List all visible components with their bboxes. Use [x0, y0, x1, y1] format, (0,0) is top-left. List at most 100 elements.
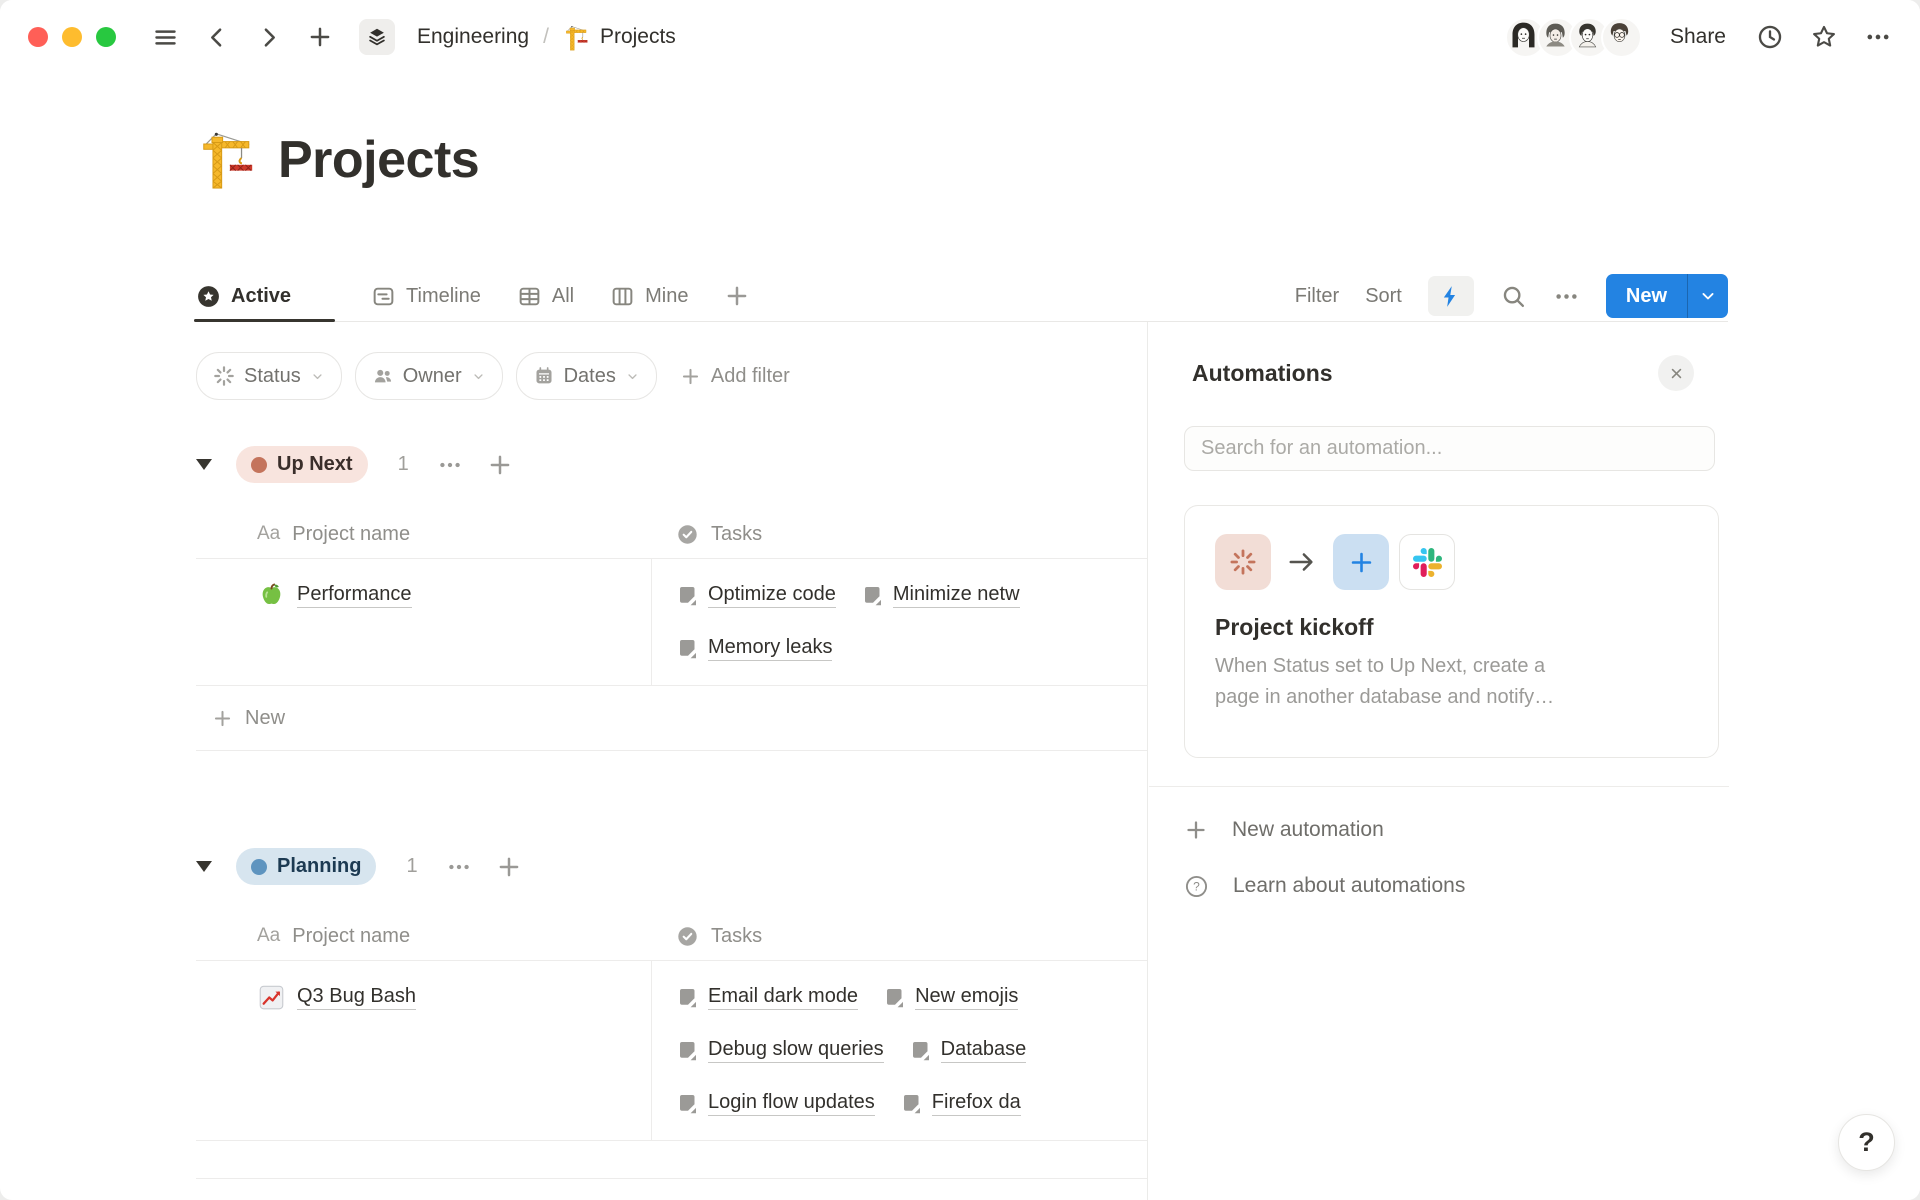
favorite-star-icon[interactable]: [1810, 23, 1838, 51]
new-record-button[interactable]: New: [1606, 274, 1728, 318]
page-title[interactable]: Projects: [278, 130, 479, 190]
sidebar-menu-icon[interactable]: [152, 24, 179, 51]
task-link[interactable]: Minimize netw: [862, 583, 1020, 608]
page-icon: [910, 1039, 932, 1063]
avatar-4[interactable]: [1601, 17, 1642, 58]
tab-active[interactable]: Active: [196, 271, 335, 321]
question-circle-icon: [1184, 874, 1209, 899]
group-options-icon[interactable]: [446, 854, 472, 880]
task-link[interactable]: Login flow updates: [677, 1091, 875, 1116]
new-record-label[interactable]: New: [1606, 274, 1687, 318]
new-page-icon[interactable]: [307, 24, 333, 50]
column-header-project-name[interactable]: Aa Project name: [196, 523, 651, 546]
breadcrumb-page[interactable]: Projects: [600, 25, 676, 49]
filter-button[interactable]: Filter: [1295, 285, 1339, 308]
group-header-up-next: Up Next 1: [196, 446, 513, 483]
task-link[interactable]: Email dark mode: [677, 985, 858, 1010]
new-record-dropdown[interactable]: [1687, 274, 1728, 318]
teamspace-icon[interactable]: [359, 19, 395, 55]
status-badge[interactable]: Up Next: [236, 446, 368, 483]
task-label: New emojis: [915, 985, 1018, 1010]
breadcrumb-team[interactable]: Engineering: [417, 25, 529, 49]
close-panel-button[interactable]: [1658, 355, 1694, 391]
tab-label: Timeline: [406, 285, 481, 308]
filter-chip-dates[interactable]: Dates: [516, 352, 657, 400]
avatar-stack: [1505, 17, 1642, 58]
learn-automations-label: Learn about automations: [1233, 874, 1465, 898]
notion-window: Engineering / Projects Share: [0, 0, 1920, 1200]
page-icon: [677, 986, 699, 1010]
sort-button[interactable]: Sort: [1365, 285, 1402, 308]
collapse-triangle-icon[interactable]: [196, 861, 212, 872]
group-add-icon[interactable]: [496, 854, 522, 880]
plus-icon: [1184, 818, 1208, 842]
filter-bar: Status Owner Dates Add filter: [196, 352, 790, 400]
zoom-window-button[interactable]: [96, 27, 116, 47]
forward-icon[interactable]: [256, 25, 281, 50]
back-icon[interactable]: [205, 25, 230, 50]
more-options-icon[interactable]: [1864, 23, 1892, 51]
page-icon: [677, 1039, 699, 1063]
status-spinner-icon: [213, 365, 235, 387]
text-type-icon: Aa: [257, 925, 280, 947]
arrow-right-icon: [1287, 547, 1317, 577]
chevron-down-icon: [1698, 286, 1718, 306]
task-link[interactable]: Memory leaks: [677, 636, 832, 661]
panel-divider: [1149, 786, 1729, 787]
panel-title: Automations: [1192, 360, 1333, 387]
project-link[interactable]: Q3 Bug Bash: [297, 985, 416, 1010]
tab-all[interactable]: All: [517, 271, 574, 321]
close-icon: [1667, 364, 1686, 383]
chip-label: Dates: [564, 365, 616, 388]
new-row-label: New: [245, 707, 285, 730]
project-link[interactable]: Performance: [297, 583, 412, 608]
tab-label: Active: [231, 285, 291, 308]
status-dot: [251, 457, 267, 473]
minimize-window-button[interactable]: [62, 27, 82, 47]
tab-label: All: [552, 285, 574, 308]
page-icon: [862, 584, 884, 608]
help-button[interactable]: ?: [1838, 1114, 1895, 1171]
column-header-project-name[interactable]: Aa Project name: [196, 925, 651, 948]
green-apple-icon: [258, 582, 285, 609]
tab-label: Mine: [645, 285, 688, 308]
task-label: Debug slow queries: [708, 1038, 884, 1063]
group-name: Up Next: [277, 453, 353, 476]
status-badge[interactable]: Planning: [236, 848, 376, 885]
search-icon[interactable]: [1500, 283, 1527, 310]
text-type-icon: Aa: [257, 523, 280, 545]
chevron-down-icon: [625, 369, 640, 384]
task-link[interactable]: New emojis: [884, 985, 1018, 1010]
close-window-button[interactable]: [28, 27, 48, 47]
automation-search-input[interactable]: [1184, 426, 1715, 471]
group-header-planning: Planning 1: [196, 848, 522, 885]
page-icon: [901, 1092, 923, 1116]
new-automation-button[interactable]: New automation: [1184, 810, 1384, 850]
plus-icon: [680, 366, 701, 387]
share-button[interactable]: Share: [1670, 25, 1726, 49]
filter-chip-status[interactable]: Status: [196, 352, 342, 400]
collapse-triangle-icon[interactable]: [196, 459, 212, 470]
chevron-down-icon: [310, 369, 325, 384]
group-add-icon[interactable]: [487, 452, 513, 478]
learn-automations-link[interactable]: Learn about automations: [1184, 866, 1465, 906]
automation-icon-row: [1215, 534, 1688, 590]
crane-icon[interactable]: [196, 128, 258, 190]
tab-mine[interactable]: Mine: [610, 271, 688, 321]
breadcrumb-separator: /: [543, 25, 549, 49]
task-link[interactable]: Optimize code: [677, 583, 836, 608]
add-filter-button[interactable]: Add filter: [680, 365, 790, 388]
tab-timeline[interactable]: Timeline: [371, 271, 481, 321]
filter-chip-owner[interactable]: Owner: [355, 352, 503, 400]
group-options-icon[interactable]: [437, 452, 463, 478]
task-link[interactable]: Firefox da: [901, 1091, 1021, 1116]
updates-clock-icon[interactable]: [1756, 23, 1784, 51]
add-view-icon[interactable]: [724, 283, 750, 309]
view-options-icon[interactable]: [1553, 283, 1580, 310]
slack-icon: [1399, 534, 1455, 590]
status-spinner-icon: [1215, 534, 1271, 590]
task-link[interactable]: Database: [910, 1038, 1027, 1063]
task-link[interactable]: Debug slow queries: [677, 1038, 884, 1063]
automation-card[interactable]: Project kickoff When Status set to Up Ne…: [1184, 505, 1719, 758]
automations-button[interactable]: [1428, 276, 1474, 316]
